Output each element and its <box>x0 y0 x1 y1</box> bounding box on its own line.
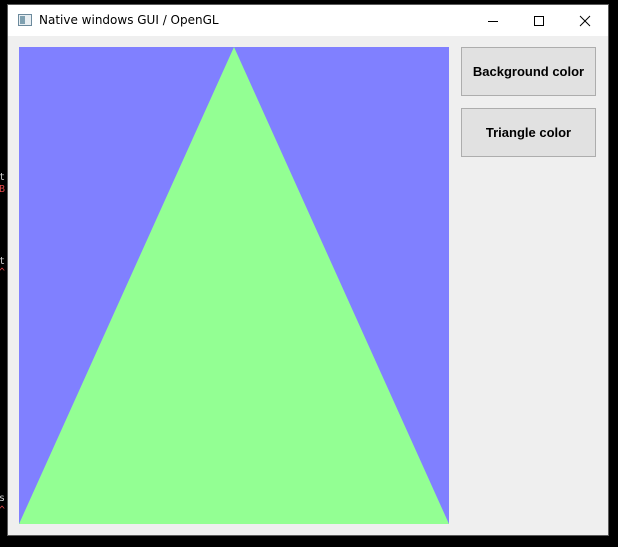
title-bar[interactable]: Native windows GUI / OpenGL <box>8 5 608 36</box>
maximize-button[interactable] <box>516 5 562 36</box>
background-color-button[interactable]: Background color <box>461 47 596 96</box>
app-window-icon[interactable] <box>18 14 32 26</box>
window-title: Native windows GUI / OpenGL <box>39 13 219 27</box>
close-icon <box>579 15 591 26</box>
opengl-canvas[interactable] <box>19 47 449 524</box>
console-fragment: t <box>0 256 6 267</box>
console-fragment: ^ <box>0 267 6 278</box>
triangle-color-button[interactable]: Triangle color <box>461 108 596 157</box>
minimize-button[interactable] <box>470 5 516 36</box>
triangle-scene <box>19 47 449 524</box>
close-button[interactable] <box>562 5 608 36</box>
maximize-icon <box>534 15 544 26</box>
minimize-icon <box>488 20 498 22</box>
console-fragment: ^ <box>0 505 6 516</box>
console-fragment: t <box>0 172 6 183</box>
console-fragment: s <box>0 493 6 504</box>
green-triangle <box>19 47 449 524</box>
app-window: Native windows GUI / OpenGL Background c… <box>7 4 609 536</box>
client-area: Background color Triangle color <box>8 36 608 535</box>
console-fragment: B <box>0 184 6 195</box>
